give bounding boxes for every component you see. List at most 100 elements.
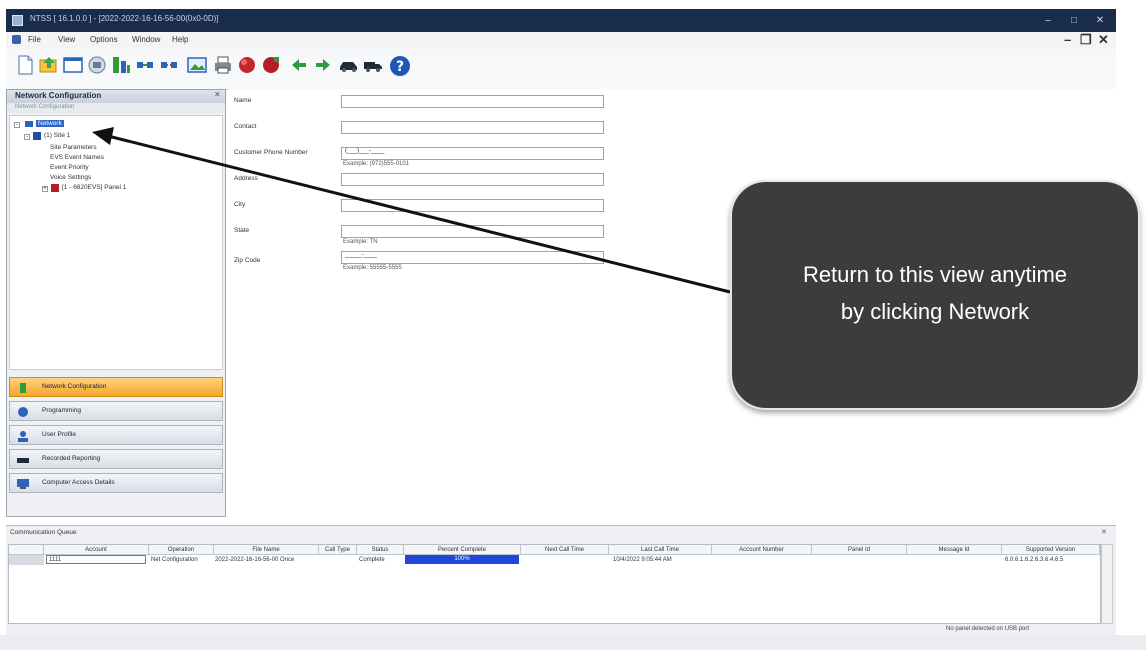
- help-icon[interactable]: ?: [388, 54, 412, 78]
- red-sphere-icon[interactable]: [236, 54, 258, 76]
- column-header-supported-version[interactable]: Supported Version: [1002, 545, 1100, 555]
- row-selector[interactable]: [9, 555, 44, 565]
- cell-last-call-time: 10/4/2022 9:05:44 AM: [613, 557, 672, 563]
- programming-icon: [18, 407, 28, 417]
- car-icon[interactable]: [338, 54, 360, 76]
- queue-table: Account Operation File Name Call Type St…: [8, 544, 1101, 624]
- nav-recorded-reporting[interactable]: Recorded Reporting: [9, 449, 223, 469]
- tree-item-site-parameters[interactable]: Site Parameters: [50, 144, 97, 151]
- nav-programming[interactable]: Programming: [9, 401, 223, 421]
- document-icon[interactable]: [12, 35, 21, 44]
- queue-close-icon[interactable]: ✕: [1101, 528, 1107, 536]
- column-header-call-type[interactable]: Call Type: [319, 545, 357, 555]
- connect-icon[interactable]: [134, 54, 156, 76]
- column-header-panel-id[interactable]: Panel Id: [812, 545, 907, 555]
- mdi-restore-button[interactable]: ❐: [1080, 32, 1092, 48]
- field-label-name: Name: [234, 97, 252, 104]
- contact-field[interactable]: [341, 121, 604, 134]
- tree-item-voice-settings[interactable]: Voice Settings: [50, 174, 91, 181]
- maximize-button[interactable]: □: [1062, 12, 1086, 29]
- state-example: Example: TN: [343, 239, 378, 245]
- nav-computer-access-details[interactable]: Computer Access Details: [9, 473, 223, 493]
- window-icon[interactable]: [62, 54, 84, 76]
- nav-label: Computer Access Details: [42, 479, 115, 486]
- callout-line-1: Return to this view anytime: [802, 262, 1068, 287]
- field-label-city: City: [234, 201, 246, 208]
- panel-icon[interactable]: [86, 54, 108, 76]
- panel-close-icon[interactable]: ✕: [214, 90, 221, 99]
- menu-view[interactable]: View: [58, 35, 75, 44]
- open-icon[interactable]: [38, 54, 60, 76]
- nav-label: Network Configuration: [42, 383, 107, 390]
- network-icon: [25, 121, 33, 127]
- column-header-message-id[interactable]: Message Id: [907, 545, 1002, 555]
- truck-icon[interactable]: [362, 54, 384, 76]
- recorded-reporting-icon: [17, 458, 29, 463]
- field-label-state: State: [234, 227, 250, 234]
- field-label-address: Address: [234, 175, 258, 182]
- queue-scrollbar[interactable]: [1101, 544, 1113, 624]
- tree-item-site[interactable]: (1) Site 1: [44, 132, 70, 139]
- tree-item-network[interactable]: Network: [36, 120, 64, 127]
- print-icon[interactable]: [212, 54, 234, 76]
- window-title: NTSS [ 16.1.0.0 ] - [2022-2022-16-16-56-…: [30, 14, 219, 23]
- city-field[interactable]: [341, 199, 604, 212]
- tree-item-panel[interactable]: [1 - 6820EVS] Panel 1: [62, 184, 126, 191]
- address-field[interactable]: [341, 173, 604, 186]
- mdi-minimize-button[interactable]: –: [1064, 32, 1071, 47]
- state-field[interactable]: [341, 225, 604, 238]
- menu-window[interactable]: Window: [132, 35, 160, 44]
- arrow-right-icon[interactable]: [312, 54, 334, 76]
- app-icon: [12, 15, 23, 26]
- cell-account[interactable]: 1111: [46, 555, 146, 564]
- user-profile-icon: [18, 431, 28, 442]
- name-field[interactable]: [341, 95, 604, 108]
- red-record-icon[interactable]: [260, 54, 282, 76]
- tree-expand-icon[interactable]: +: [42, 186, 48, 192]
- image-icon[interactable]: [186, 54, 208, 76]
- tree-collapse-icon[interactable]: -: [24, 134, 30, 140]
- column-header-last-call-time[interactable]: Last Call Time: [609, 545, 712, 555]
- tree-item-evs-event-names[interactable]: EVS Event Names: [50, 154, 104, 161]
- tooltip-callout: Return to this view anytime by clicking …: [730, 180, 1140, 410]
- menu-file[interactable]: File: [28, 35, 41, 44]
- minimize-button[interactable]: –: [1036, 12, 1060, 29]
- menu-bar: File View Options Window Help – ❐ ✕: [6, 32, 1116, 49]
- cell-status: Complete: [359, 557, 385, 563]
- menu-help[interactable]: Help: [172, 35, 188, 44]
- phone-field[interactable]: (___)___-____: [341, 147, 604, 160]
- field-label-zip: Zip Code: [234, 257, 261, 264]
- nav-label: Programming: [42, 407, 82, 414]
- disconnect-icon[interactable]: [158, 54, 180, 76]
- network-tree-icon[interactable]: [110, 54, 132, 76]
- field-label-contact: Contact: [234, 123, 257, 130]
- tree-item-event-priority[interactable]: Event Priority: [50, 164, 89, 171]
- toolbar: ?: [6, 49, 1116, 90]
- column-header-file-name[interactable]: File Name: [214, 545, 319, 555]
- arrow-left-icon[interactable]: [288, 54, 310, 76]
- phone-example: Example: (972)555-0101: [343, 161, 410, 167]
- column-header-percent-complete[interactable]: Percent Complete: [404, 545, 521, 555]
- column-header-status[interactable]: Status: [357, 545, 404, 555]
- column-header-account-number[interactable]: Account Number: [712, 545, 812, 555]
- new-icon[interactable]: [14, 54, 36, 76]
- svg-text:?: ?: [396, 59, 404, 75]
- nav-user-profile[interactable]: User Profile: [9, 425, 223, 445]
- progress-label: 100%: [454, 556, 470, 562]
- zip-field[interactable]: _____-____: [341, 251, 604, 264]
- progress-bar: 100%: [405, 555, 519, 564]
- close-button[interactable]: ✕: [1088, 12, 1112, 29]
- tree-collapse-icon[interactable]: -: [14, 122, 20, 128]
- computer-access-icon: [17, 479, 29, 489]
- panel-subtitle: Network Configuration: [15, 104, 75, 110]
- panel-subheader: Network Configuration: [7, 103, 225, 113]
- menu-options[interactable]: Options: [90, 35, 118, 44]
- network-tree: - Network - (1) Site 1 Site Parameters E…: [9, 115, 223, 370]
- nav-network-configuration[interactable]: Network Configuration: [9, 377, 223, 397]
- cell-file-name: 2022-2022-16-16-56-00 Once: [215, 557, 295, 563]
- mdi-close-button[interactable]: ✕: [1098, 32, 1109, 48]
- nav-buttons: Network Configuration Programming User P…: [9, 377, 225, 513]
- column-header-account[interactable]: Account: [44, 545, 149, 555]
- column-header-next-call-time[interactable]: Next Call Time: [521, 545, 609, 555]
- column-header-operation[interactable]: Operation: [149, 545, 214, 555]
